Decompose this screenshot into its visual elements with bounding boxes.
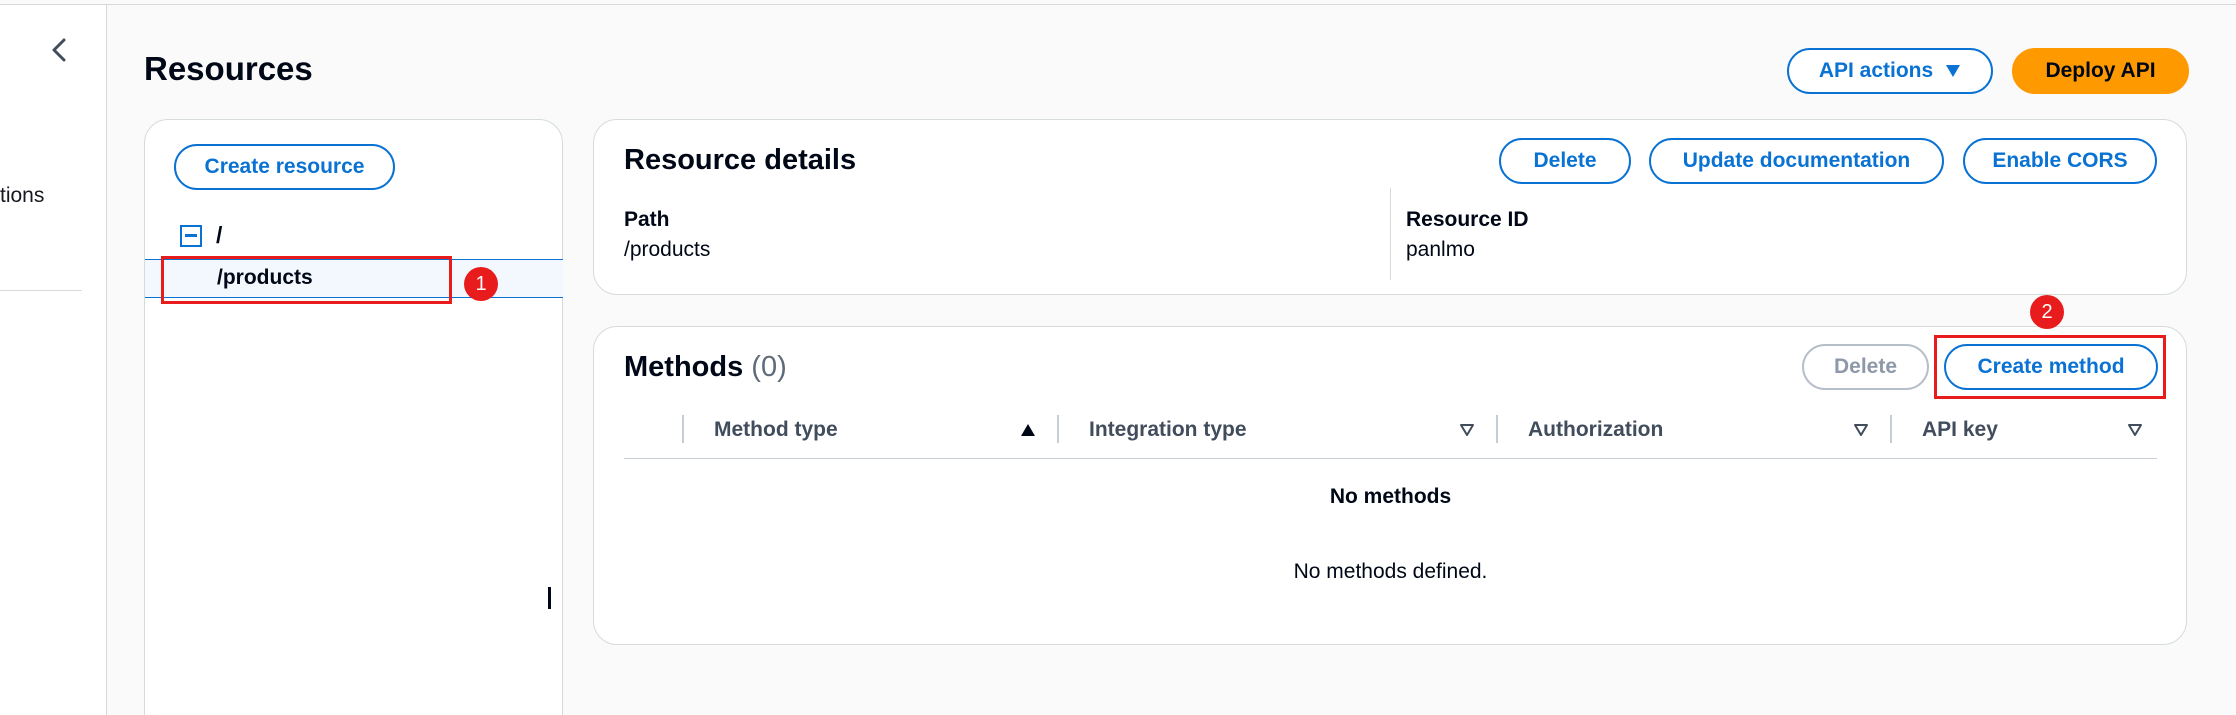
- annotation-badge-1: 1: [464, 267, 498, 301]
- column-separator: [1496, 415, 1498, 443]
- delete-resource-button[interactable]: Delete: [1499, 138, 1631, 184]
- nav-divider: [0, 290, 82, 291]
- update-documentation-button[interactable]: Update documentation: [1649, 138, 1944, 184]
- column-header-method-type[interactable]: Method type: [714, 418, 838, 442]
- table-header-divider: [624, 458, 2157, 459]
- methods-count: (0): [751, 351, 787, 383]
- annotation-box-1: [161, 256, 452, 304]
- create-resource-button[interactable]: Create resource: [174, 144, 395, 190]
- column-header-authorization[interactable]: Authorization: [1528, 418, 1663, 442]
- enable-cors-button[interactable]: Enable CORS: [1963, 138, 2157, 184]
- column-separator: [682, 415, 684, 443]
- annotation-badge-2: 2: [2030, 295, 2064, 329]
- column-header-integration-type[interactable]: Integration type: [1089, 418, 1247, 442]
- resource-tree-panel: [144, 119, 563, 715]
- path-label: Path: [624, 208, 670, 231]
- collapse-minus-icon[interactable]: [180, 224, 202, 247]
- methods-title-text: Methods: [624, 351, 744, 383]
- side-navigation: tions: [0, 5, 107, 715]
- page-title: Resources: [144, 50, 313, 87]
- delete-method-button[interactable]: Delete: [1802, 344, 1929, 390]
- collapse-nav-button[interactable]: [44, 32, 74, 68]
- chevron-left-icon: [52, 38, 66, 62]
- api-actions-button[interactable]: API actions: [1787, 48, 1993, 94]
- text-cursor: [548, 587, 551, 609]
- details-divider: [1390, 188, 1391, 280]
- sort-ascending-icon[interactable]: [1020, 422, 1036, 438]
- column-separator: [1057, 415, 1059, 443]
- sort-icon[interactable]: [2127, 422, 2143, 438]
- api-actions-label: API actions: [1818, 59, 1934, 82]
- annotation-box-2: [1934, 335, 2166, 399]
- sort-icon[interactable]: [1459, 422, 1475, 438]
- tree-root-node[interactable]: /: [180, 222, 222, 249]
- column-separator: [1890, 415, 1892, 443]
- resource-id-value: panlmo: [1406, 238, 1475, 261]
- resource-details-title: Resource details: [624, 144, 857, 176]
- path-value: /products: [624, 238, 711, 261]
- deploy-api-button[interactable]: Deploy API: [2012, 48, 2189, 94]
- top-border: [0, 0, 2236, 5]
- empty-state-message: No methods defined.: [1293, 560, 1488, 583]
- methods-title: Methods (0): [624, 351, 787, 384]
- empty-state-title: No methods: [1329, 485, 1452, 508]
- column-header-api-key[interactable]: API key: [1922, 418, 1998, 442]
- sort-icon[interactable]: [1853, 422, 1869, 438]
- tree-root-label: /: [216, 222, 223, 248]
- resource-id-label: Resource ID: [1406, 208, 1529, 231]
- caret-down-icon: [1946, 65, 1961, 77]
- nav-item-partial[interactable]: tions: [0, 184, 44, 208]
